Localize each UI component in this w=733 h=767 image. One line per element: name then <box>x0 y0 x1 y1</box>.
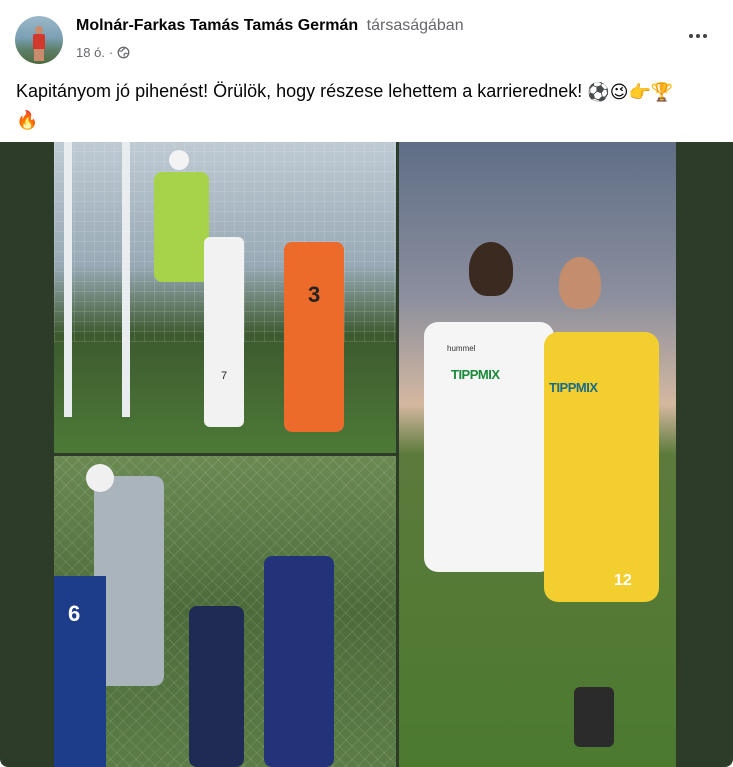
player-white-kit <box>424 322 554 572</box>
player-head-left <box>469 242 513 296</box>
photo-collage[interactable]: 7 3 6 TIPPMIX hummel TIPPMIX 12 <box>0 142 733 767</box>
player-captain-figure <box>264 556 334 767</box>
goalkeeper-gloves <box>574 687 614 747</box>
football <box>169 150 189 170</box>
shorts-number: 12 <box>614 572 632 589</box>
player-orange-figure <box>284 242 344 432</box>
avatar-figure-head <box>35 26 43 34</box>
player-white-figure <box>204 237 244 427</box>
more-dot <box>689 34 693 38</box>
more-dot <box>696 34 700 38</box>
more-dot <box>703 34 707 38</box>
photo-goalkeeper-jump[interactable]: 6 <box>54 456 396 767</box>
sponsor-logo-yellow: TIPPMIX <box>549 380 598 395</box>
player-striped-figure <box>189 606 244 767</box>
photo-goalkeeper-catch[interactable]: 7 3 <box>54 142 396 453</box>
fire-emoji: 🔥 <box>16 109 39 130</box>
jersey-number-blue: 6 <box>68 601 81 626</box>
jersey-number-white: 7 <box>221 370 228 382</box>
football <box>86 464 114 492</box>
more-options-button[interactable] <box>686 28 710 44</box>
post-text-main: Kapitányom jó pihenést! Örülök, hogy rés… <box>16 81 583 101</box>
keeper-figure <box>154 172 209 282</box>
avatar-figure-body <box>33 34 45 50</box>
brand-logo: hummel <box>447 344 476 353</box>
post-card: Molnár-Farkas Tamás Tamás Germán társasá… <box>0 0 733 767</box>
emoji-sequence: ⚽😉👉🏆 <box>587 82 674 103</box>
author-line: Molnár-Farkas Tamás Tamás Germán társasá… <box>76 17 464 35</box>
photo-two-players[interactable]: TIPPMIX hummel TIPPMIX 12 <box>399 142 676 767</box>
with-text: társaságában <box>366 17 464 34</box>
post-time-link[interactable]: 18 ó. <box>76 45 105 60</box>
jersey-number-orange: 3 <box>308 282 321 307</box>
post-meta: 18 ó. · <box>76 45 130 60</box>
sponsor-logo-white: TIPPMIX <box>451 367 500 382</box>
post-header: Molnár-Farkas Tamás Tamás Germán társasá… <box>15 14 718 66</box>
post-text: Kapitányom jó pihenést! Örülök, hogy rés… <box>16 78 706 133</box>
globe-icon[interactable] <box>117 46 130 59</box>
player-yellow-kit <box>544 332 659 602</box>
avatar-figure-legs <box>34 49 44 61</box>
player-head-right <box>559 257 601 309</box>
author-avatar[interactable] <box>15 16 63 64</box>
meta-separator: · <box>108 45 114 60</box>
author-name-link[interactable]: Molnár-Farkas Tamás Tamás Germán <box>76 17 358 34</box>
